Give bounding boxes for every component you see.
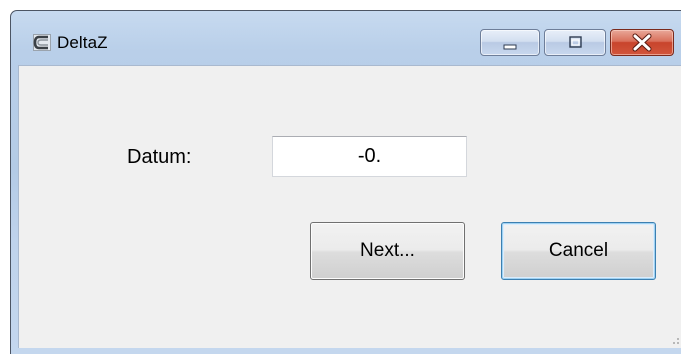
title-bar[interactable]: DeltaZ: [11, 11, 681, 56]
window-title: DeltaZ: [57, 33, 108, 52]
cancel-button[interactable]: Cancel: [501, 222, 656, 280]
datum-label: Datum:: [127, 146, 192, 168]
dialog-window: DeltaZ Datum: Next... Cancel: [10, 10, 681, 354]
close-icon: [632, 33, 652, 52]
close-button[interactable]: [610, 29, 674, 56]
maximize-button[interactable]: [544, 29, 606, 56]
deltaz-app-icon: [33, 34, 51, 51]
datum-input[interactable]: [272, 136, 467, 177]
minimize-button[interactable]: [480, 29, 540, 56]
next-button[interactable]: Next...: [310, 222, 465, 280]
minimize-icon: [503, 44, 517, 50]
resize-grip-icon[interactable]: [670, 335, 680, 345]
dialog-client-area: Datum: Next... Cancel: [18, 65, 681, 348]
maximize-icon: [569, 36, 582, 48]
